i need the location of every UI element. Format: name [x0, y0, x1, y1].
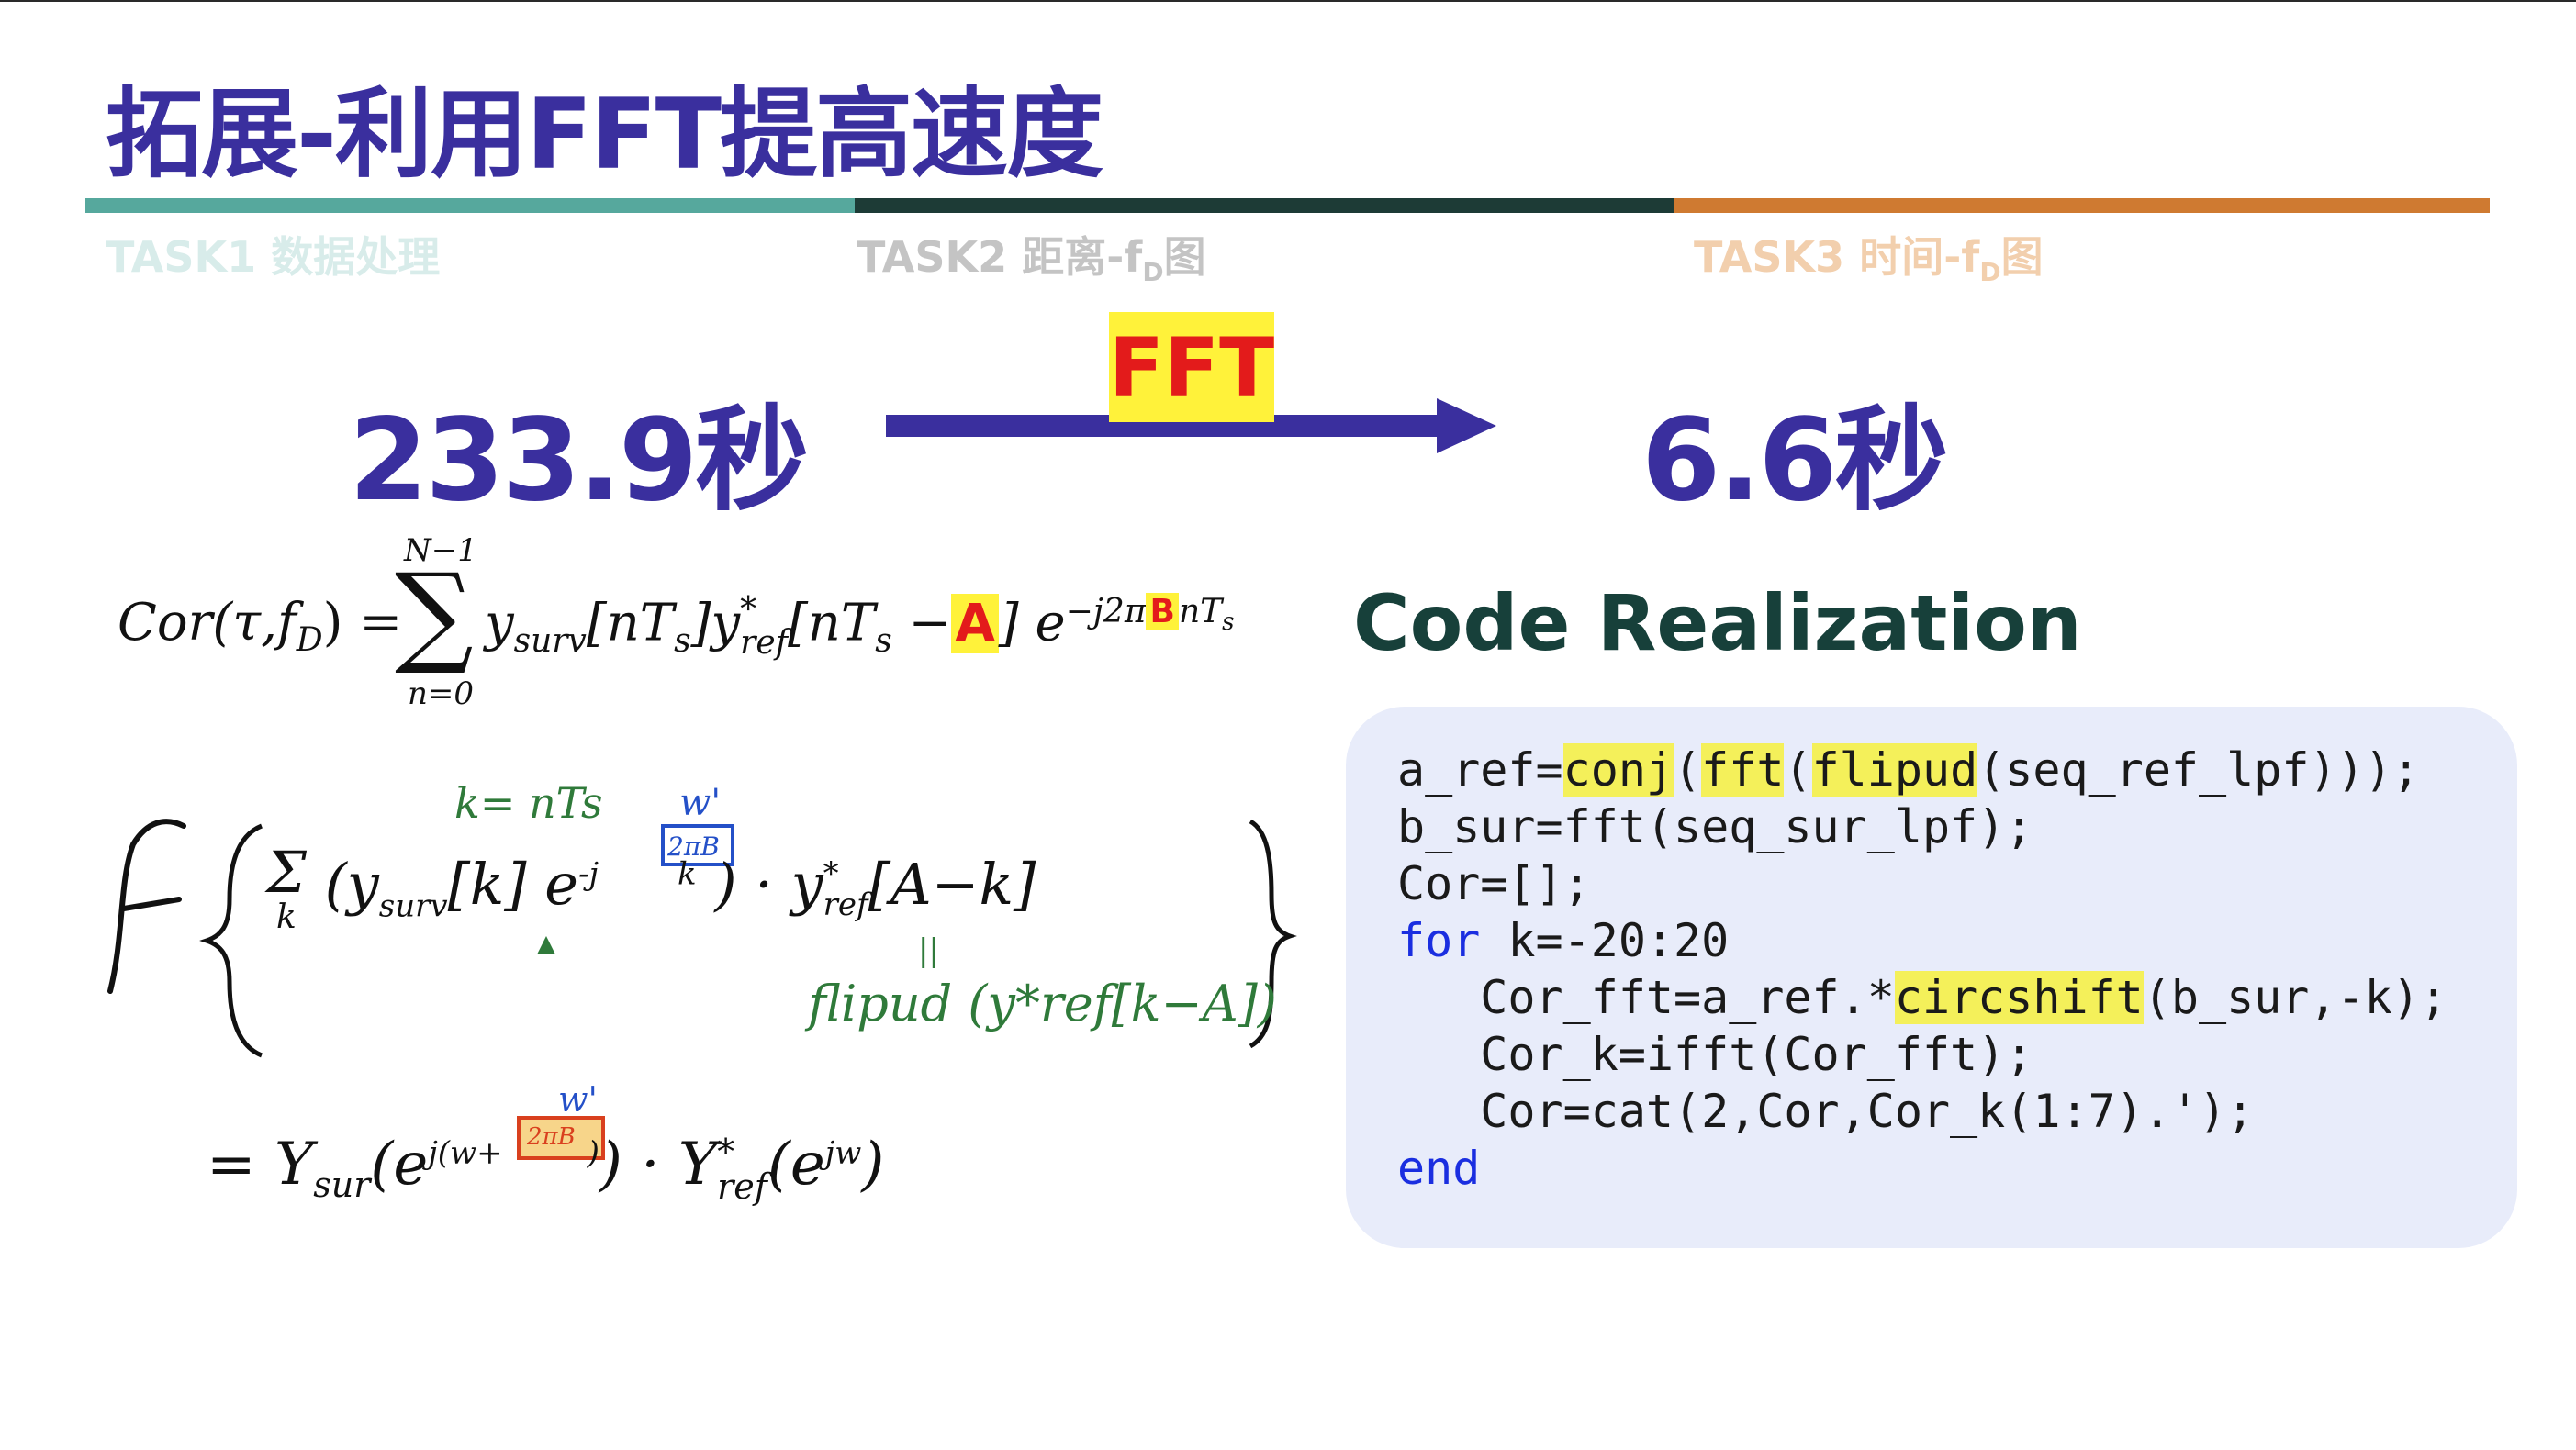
- term1-arg: [nT: [586, 593, 675, 653]
- term1-arg-end: ]: [690, 593, 711, 653]
- tab-bar-task2: [855, 198, 1674, 213]
- hw-line2-c-sub: ref: [717, 1166, 767, 1207]
- flipud-note: flipud (y*ref[k−A]): [808, 975, 1277, 1032]
- hw-line1-b: [k] e: [447, 851, 578, 919]
- time-before: 233.9秒: [349, 395, 809, 527]
- tab-bar-task3: [1674, 198, 2490, 213]
- tab-label-task3-text: TASK3 时间-f: [1694, 232, 1980, 282]
- tab-label-task1: TASK1 数据处理: [106, 232, 441, 282]
- formula-lhs-sub: D: [296, 621, 323, 660]
- hw-line2-c-sup: *: [717, 1131, 735, 1172]
- code-token: k=-20:20: [1480, 914, 1730, 967]
- hw-line2-exp-close: ): [587, 1134, 599, 1172]
- formula-rhs: ysurv[nTs]y * ref [nTs −A] e−j2π BnTs: [485, 593, 1234, 660]
- hw-line2-exp: j(w+: [428, 1134, 503, 1172]
- window-frame-top: [0, 0, 2576, 2]
- hw-line2-a: Y: [274, 1131, 314, 1199]
- time-after: 6.6秒: [1641, 395, 1949, 527]
- tab-label-task3-sub: D: [1979, 257, 2001, 288]
- hw-line1-exp: -j: [577, 855, 599, 893]
- tab-bar-task1: [85, 198, 855, 213]
- hw-line1-c: ) · y: [714, 851, 823, 919]
- code-token: (b_sur,-k);: [2143, 971, 2447, 1024]
- hw-line1-exp-tail: k: [677, 855, 697, 893]
- code-keyword-for: for: [1397, 914, 1481, 967]
- slide-title: 拓展-利用FFT提高速度: [106, 78, 1103, 191]
- exp-base: e: [1035, 593, 1066, 653]
- exp-power: −j2π BnTs: [1065, 593, 1234, 636]
- tab-label-task2-sub: D: [1142, 257, 1164, 288]
- code-line-5: Cor_fft=a_ref.*circshift(b_sur,-k);: [1397, 969, 2447, 1026]
- tab-label-task3-suffix: 图: [2000, 232, 2044, 282]
- code-line-4: for k=-20:20: [1397, 912, 1729, 969]
- hw-line2-a-sub: sur: [313, 1164, 371, 1205]
- term1-arg-sub: s: [674, 621, 691, 660]
- sum-lower-limit: n=0: [408, 675, 475, 712]
- code-highlight-flipud: flipud: [1811, 743, 1978, 797]
- hw-line2-d-exp: jw: [824, 1134, 862, 1172]
- term2-minus: −: [891, 593, 952, 653]
- left-brace: [199, 823, 263, 1058]
- hw-line1-c-sup: *: [823, 855, 839, 892]
- term1: y: [485, 593, 514, 653]
- code-highlight-fft: fft: [1701, 743, 1785, 797]
- code-token: (: [1784, 743, 1812, 797]
- code-highlight-conj: conj: [1562, 743, 1674, 797]
- tab-label-task2-text: TASK2 距离-f: [857, 232, 1143, 282]
- formula-lhs-text: Cor(τ,f: [118, 593, 297, 652]
- hw-line2-d: (e: [767, 1131, 825, 1199]
- code-line-7: Cor=cat(2,Cor,Cor_k(1:7).');: [1397, 1085, 2255, 1138]
- handwritten-line1: Σk (ysurv[k] e-j k ) · y * ref [A−k]: [266, 844, 1036, 934]
- term2-sup: *: [740, 591, 757, 630]
- code-line-1: a_ref=conj(fft(flipud(seq_ref_lpf)));: [1397, 742, 2420, 798]
- code-token: a_ref=: [1397, 743, 1563, 797]
- w-prime-note-2: w': [558, 1079, 598, 1120]
- term2-arg: [nT: [787, 593, 876, 653]
- highlight-box-b: B: [1146, 593, 1179, 630]
- hw-line2-eq: =: [207, 1131, 256, 1199]
- hw-line1-d: [A−k]: [868, 851, 1036, 919]
- formula-lhs-end: ) =: [322, 593, 403, 652]
- hw-line2-e: ): [861, 1131, 885, 1199]
- code-line-3: Cor=[];: [1397, 857, 1591, 910]
- code-line-8: end: [1397, 1140, 1480, 1197]
- term2-arg-end: ]: [998, 593, 1019, 653]
- code-line-6: Cor_k=ifft(Cor_fft);: [1397, 1028, 2033, 1081]
- hw-line1-a: (y: [324, 851, 379, 919]
- code-token: Cor_fft=a_ref.*: [1397, 971, 1895, 1024]
- code-line-2: b_sur=fft(seq_sur_lpf);: [1397, 800, 2033, 853]
- term2-sub: ref: [740, 624, 788, 663]
- code-token: (seq_ref_lpf)));: [1977, 743, 2420, 797]
- exp-power-text: −j2π: [1065, 593, 1147, 630]
- tab-label-task3: TASK3 时间-fD图: [1694, 224, 2044, 287]
- hw-line2-c: ) · Y: [599, 1131, 718, 1199]
- hw-line1-a-sub: surv: [378, 887, 448, 925]
- fft-badge: FFT: [1109, 312, 1274, 422]
- term1-sub: surv: [513, 621, 587, 660]
- hw-sum-sub: k: [276, 898, 297, 936]
- tab-label-task2: TASK2 距离-fD图: [857, 224, 1206, 287]
- exp-tail-sub: s: [1222, 608, 1235, 637]
- equals-mark: ||: [918, 932, 939, 969]
- handwritten-line2: = Ysur(ej(w+)) · Y * ref (ejw): [207, 1131, 884, 1205]
- k-note: k= nTs: [454, 778, 603, 828]
- highlight-box-a: A: [951, 593, 999, 653]
- correlation-formula: Cor(τ,fD) = N−1 ∑ n=0 ysurv[nTs]y * ref [nT…: [118, 532, 1311, 725]
- fourier-f-stroke: [107, 819, 186, 994]
- term2: y: [711, 593, 741, 653]
- code-highlight-circshift: circshift: [1894, 971, 2144, 1024]
- hw-line1-c-sub: ref: [823, 887, 868, 923]
- sum-symbol: ∑: [395, 551, 474, 678]
- w-prime-note-1: w': [679, 782, 722, 824]
- hw-line2-b: (e: [370, 1131, 429, 1199]
- hw-sum: Σ: [266, 839, 307, 906]
- tab-label-task2-suffix: 图: [1163, 232, 1206, 282]
- triangle-marker: [537, 936, 555, 954]
- exp-tail: nT: [1178, 593, 1223, 630]
- formula-lhs: Cor(τ,fD) =: [118, 593, 402, 659]
- term2-arg-sub: s: [875, 621, 892, 660]
- code-keyword-end: end: [1397, 1142, 1481, 1195]
- code-token: (: [1674, 743, 1702, 797]
- code-title: Code Realization: [1353, 578, 2082, 668]
